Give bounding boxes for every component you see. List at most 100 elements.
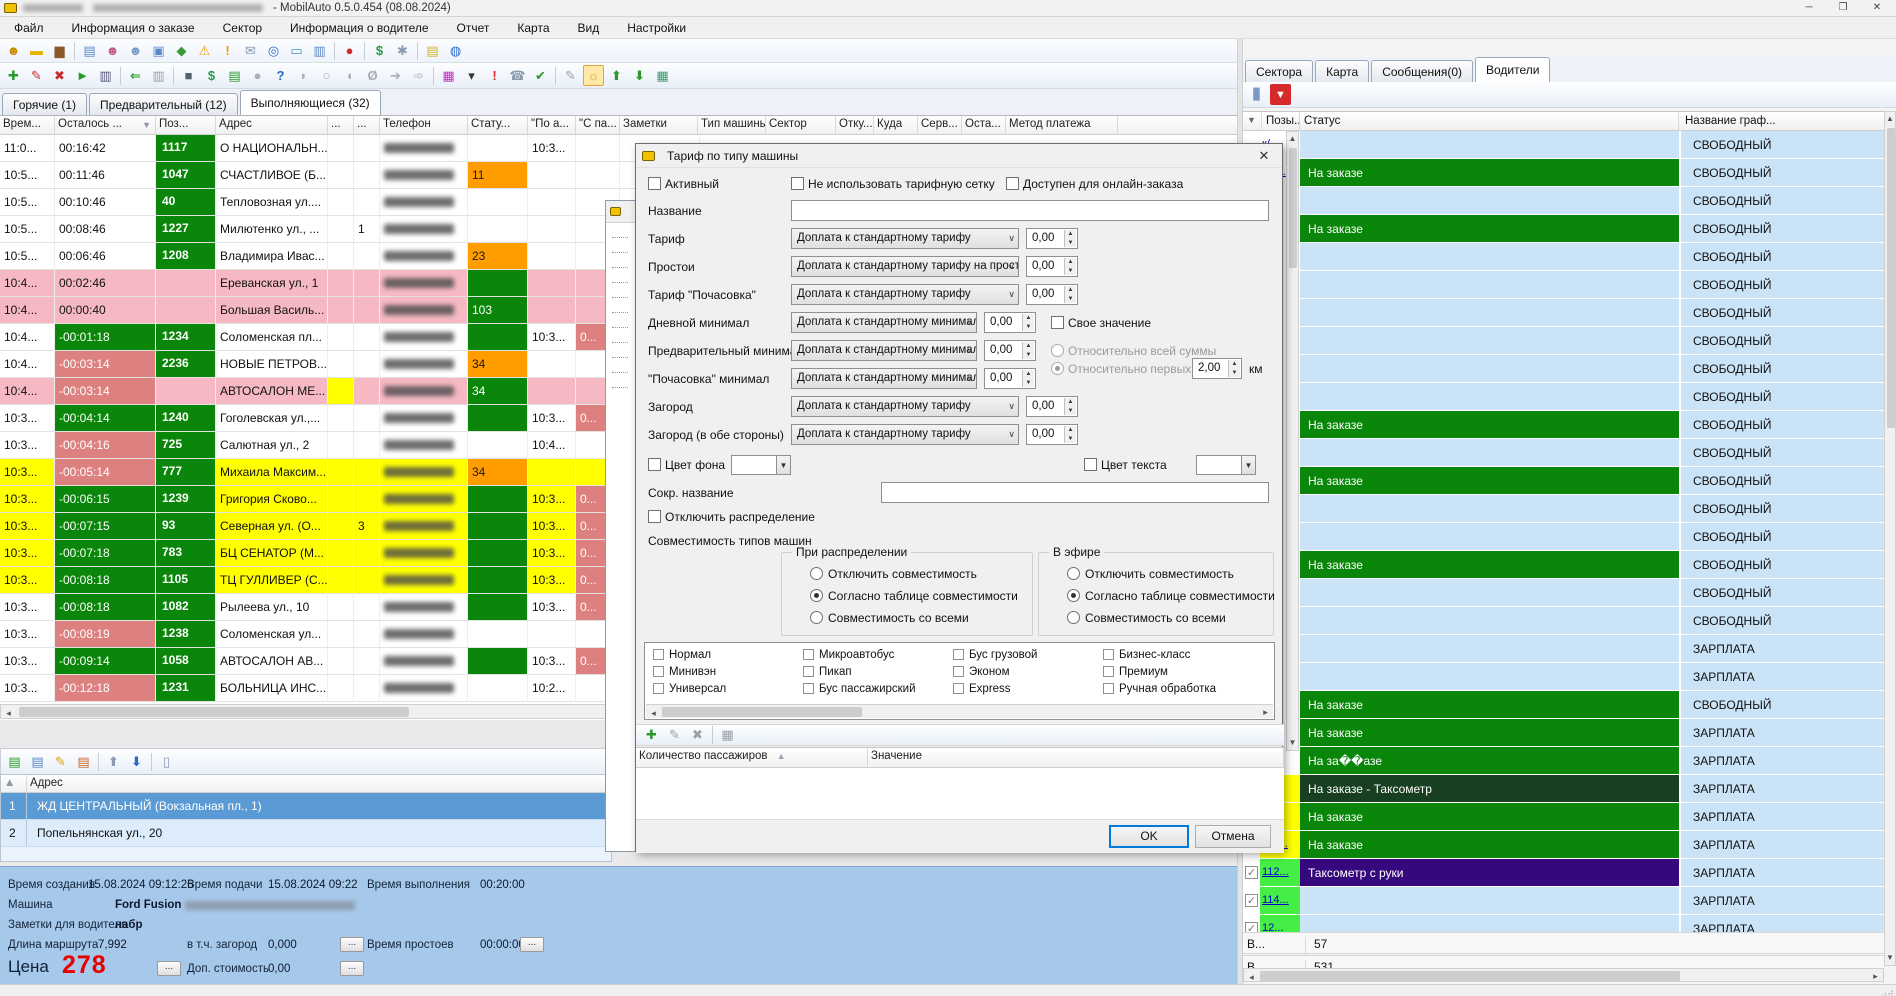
driver-row[interactable]: СВОБОДНЫЙ — [1243, 355, 1896, 383]
bg-color-checkbox[interactable] — [648, 458, 661, 471]
field-select-1[interactable]: Доплата к стандартному тарифу на простои… — [791, 256, 1019, 277]
extra-cost-dots-button[interactable]: ... — [340, 961, 364, 976]
driver-row[interactable]: СВОБОДНЫЙ — [1243, 299, 1896, 327]
clear-rows-icon[interactable]: ▦ — [717, 725, 738, 746]
tab-Предварительный (12)[interactable]: Предварительный (12) — [89, 93, 238, 115]
bg-color-dropdown-icon[interactable]: ▼ — [777, 455, 791, 475]
driver-row[interactable]: ✓ 114... ЗАРПЛАТА — [1243, 887, 1896, 915]
edit-row-icon[interactable]: ✎ — [664, 725, 685, 746]
driver-link[interactable]: 12... — [1260, 915, 1300, 932]
orders-column-Отку[interactable]: Отку... — [836, 116, 874, 134]
globe-icon[interactable]: ◍ — [445, 40, 466, 61]
monitor-icon[interactable]: ▣ — [148, 40, 169, 61]
menu-item-Файл[interactable]: Файл — [0, 17, 58, 39]
up-icon[interactable]: ⬆ — [606, 65, 627, 86]
price-dots-button[interactable]: ... — [157, 961, 181, 976]
driver-row[interactable]: ✓ 12... ЗАРПЛАТА — [1243, 915, 1896, 932]
disable-distribution-checkbox[interactable] — [648, 510, 661, 523]
deny-icon[interactable]: Ø — [362, 65, 383, 86]
orders-column-Поз[interactable]: Поз... — [156, 116, 216, 134]
orders-column-Врем[interactable]: Врем... — [0, 116, 55, 134]
money-icon[interactable]: $ — [369, 40, 390, 61]
distribution-radio-1[interactable] — [810, 589, 823, 602]
driver-row[interactable]: На заказе ЗАРПЛАТА — [1243, 719, 1896, 747]
driver-row[interactable]: ЗАРПЛАТА — [1243, 663, 1896, 691]
spinner-buttons[interactable]: ▲ ▼ — [1064, 426, 1076, 443]
menu-item-Настройки[interactable]: Настройки — [613, 17, 700, 39]
field-spinner-4[interactable]: 0,00 ▲ ▼ — [984, 340, 1036, 361]
driver-row[interactable]: 08...На заказе - ТаксометрЗАРПЛАТА — [1243, 775, 1896, 803]
tab-Водители[interactable]: Водители — [1475, 57, 1551, 82]
driver-row[interactable]: СВОБОДНЫЙ — [1243, 383, 1896, 411]
air-radio-1[interactable] — [1067, 589, 1080, 602]
orders-column-Спа[interactable]: "С па... — [576, 116, 620, 134]
dialog-close-icon[interactable]: ✕ — [1254, 148, 1274, 164]
menu-item-Сектор[interactable]: Сектор — [209, 17, 276, 39]
field-spinner-5[interactable]: 0,00 ▲ ▼ — [984, 368, 1036, 389]
driver-link[interactable]: 114... — [1260, 887, 1300, 914]
car-type-checkbox-Бизнес-класс[interactable] — [1103, 649, 1114, 660]
tab-Сообщения(0)[interactable]: Сообщения(0) — [1371, 60, 1474, 82]
menu-item-Информация о водителе[interactable]: Информация о водителе — [276, 17, 442, 39]
spinner-buttons[interactable]: ▲ ▼ — [1022, 370, 1034, 387]
driver-row[interactable]: СВОБОДНЫЙ — [1243, 607, 1896, 635]
car-type-checkbox-Пикап[interactable] — [803, 666, 814, 677]
driver-row[interactable]: На заказе СВОБОДНЫЙ — [1243, 411, 1896, 439]
drivers-vscrollbar[interactable]: ▲ ▼ — [1884, 111, 1896, 966]
alert-icon[interactable]: ! — [484, 65, 505, 86]
drivers-pos-column[interactable]: Позы... — [1262, 112, 1300, 131]
drivers-inner-vscrollbar[interactable]: ▲ ▼ — [1286, 131, 1299, 751]
phone-icon[interactable]: ☎ — [507, 65, 528, 86]
rating-down-icon[interactable]: ▼ — [1270, 84, 1291, 105]
db-delete-icon[interactable]: ✖ — [49, 65, 70, 86]
route-row[interactable]: 2 Попельнянская ул., 20 — [1, 820, 611, 847]
text-color-checkbox[interactable] — [1084, 458, 1097, 471]
orders-column-Серв[interactable]: Серв... — [918, 116, 962, 134]
orders-column-Типмашины[interactable]: Тип машины — [698, 116, 766, 134]
driver-row[interactable]: На заказе СВОБОДНЫЙ — [1243, 691, 1896, 719]
db-add-icon[interactable]: ✚ — [3, 65, 24, 86]
money-doc-icon[interactable]: $ — [201, 65, 222, 86]
add-address-icon[interactable]: ▤ — [4, 751, 25, 772]
car-type-checkbox-Микроавтобус[interactable] — [803, 649, 814, 660]
relative-first-radio[interactable] — [1051, 362, 1064, 375]
driver-checkbox[interactable]: ✓ — [1245, 894, 1258, 907]
route-address-column[interactable]: Адрес — [27, 775, 611, 792]
spinner-buttons[interactable]: ▲ ▼ — [1022, 314, 1034, 331]
first-km-spinner[interactable]: 2,00 ▲ ▼ — [1192, 358, 1242, 379]
driver-row[interactable]: ✓ 112... Таксометр с руки ЗАРПЛАТА — [1243, 859, 1896, 887]
spinner-buttons[interactable]: ▲ ▼ — [1228, 360, 1240, 377]
text-color-swatch[interactable] — [1196, 455, 1242, 475]
trash-icon[interactable]: ▯ — [156, 751, 177, 772]
distribution-radio-0[interactable] — [810, 567, 823, 580]
field-select-6[interactable]: Доплата к стандартному тарифу ∨ — [791, 396, 1019, 417]
tab-Горячие (1)[interactable]: Горячие (1) — [2, 93, 88, 115]
tab-Карта[interactable]: Карта — [1315, 60, 1370, 82]
driver-row[interactable]: СВОБОДНЫЙ — [1243, 495, 1896, 523]
rating-up-icon[interactable]: ▊ — [1247, 84, 1268, 105]
drivers-hscrollbar[interactable]: ◂ ▸ — [1243, 968, 1884, 982]
pac-icon[interactable]: ◗ — [293, 65, 314, 86]
driver-row[interactable]: СВОБОДНЫЙ — [1243, 327, 1896, 355]
driver-row[interactable]: к/...СВОБОДНЫЙ — [1243, 131, 1896, 159]
spinner-buttons[interactable]: ▲ ▼ — [1064, 230, 1076, 247]
person-icon[interactable]: ☻ — [125, 40, 146, 61]
resize-grip[interactable]: ⣠⣴ — [1881, 987, 1894, 996]
lamp-icon[interactable]: ☼ — [583, 65, 604, 86]
driver-row[interactable]: СВОБОДНЫЙ — [1243, 579, 1896, 607]
delete-row-icon[interactable]: ✖ — [687, 725, 708, 746]
car-type-checkbox-Универсал[interactable] — [653, 683, 664, 694]
ok-button[interactable]: OK — [1109, 825, 1189, 848]
field-select-7[interactable]: Доплата к стандартному тарифу ∨ — [791, 424, 1019, 445]
driver-row[interactable]: ✓111...На заказеЗАРПЛАТА — [1243, 831, 1896, 859]
color-grid-icon[interactable]: ▦ — [438, 65, 459, 86]
stop-icon[interactable]: ● — [339, 40, 360, 61]
db-edit-icon[interactable]: ✎ — [26, 65, 47, 86]
passengers-count-column[interactable]: Количество пассажиров ▲ — [636, 748, 868, 767]
driver-link[interactable]: 112... — [1260, 859, 1300, 886]
green-doc-icon[interactable]: ▤ — [224, 65, 245, 86]
info-icon[interactable]: ! — [217, 40, 238, 61]
tab-Сектора[interactable]: Сектора — [1245, 60, 1314, 82]
spinner-buttons[interactable]: ▲ ▼ — [1064, 286, 1076, 303]
distribution-radio-2[interactable] — [810, 611, 823, 624]
